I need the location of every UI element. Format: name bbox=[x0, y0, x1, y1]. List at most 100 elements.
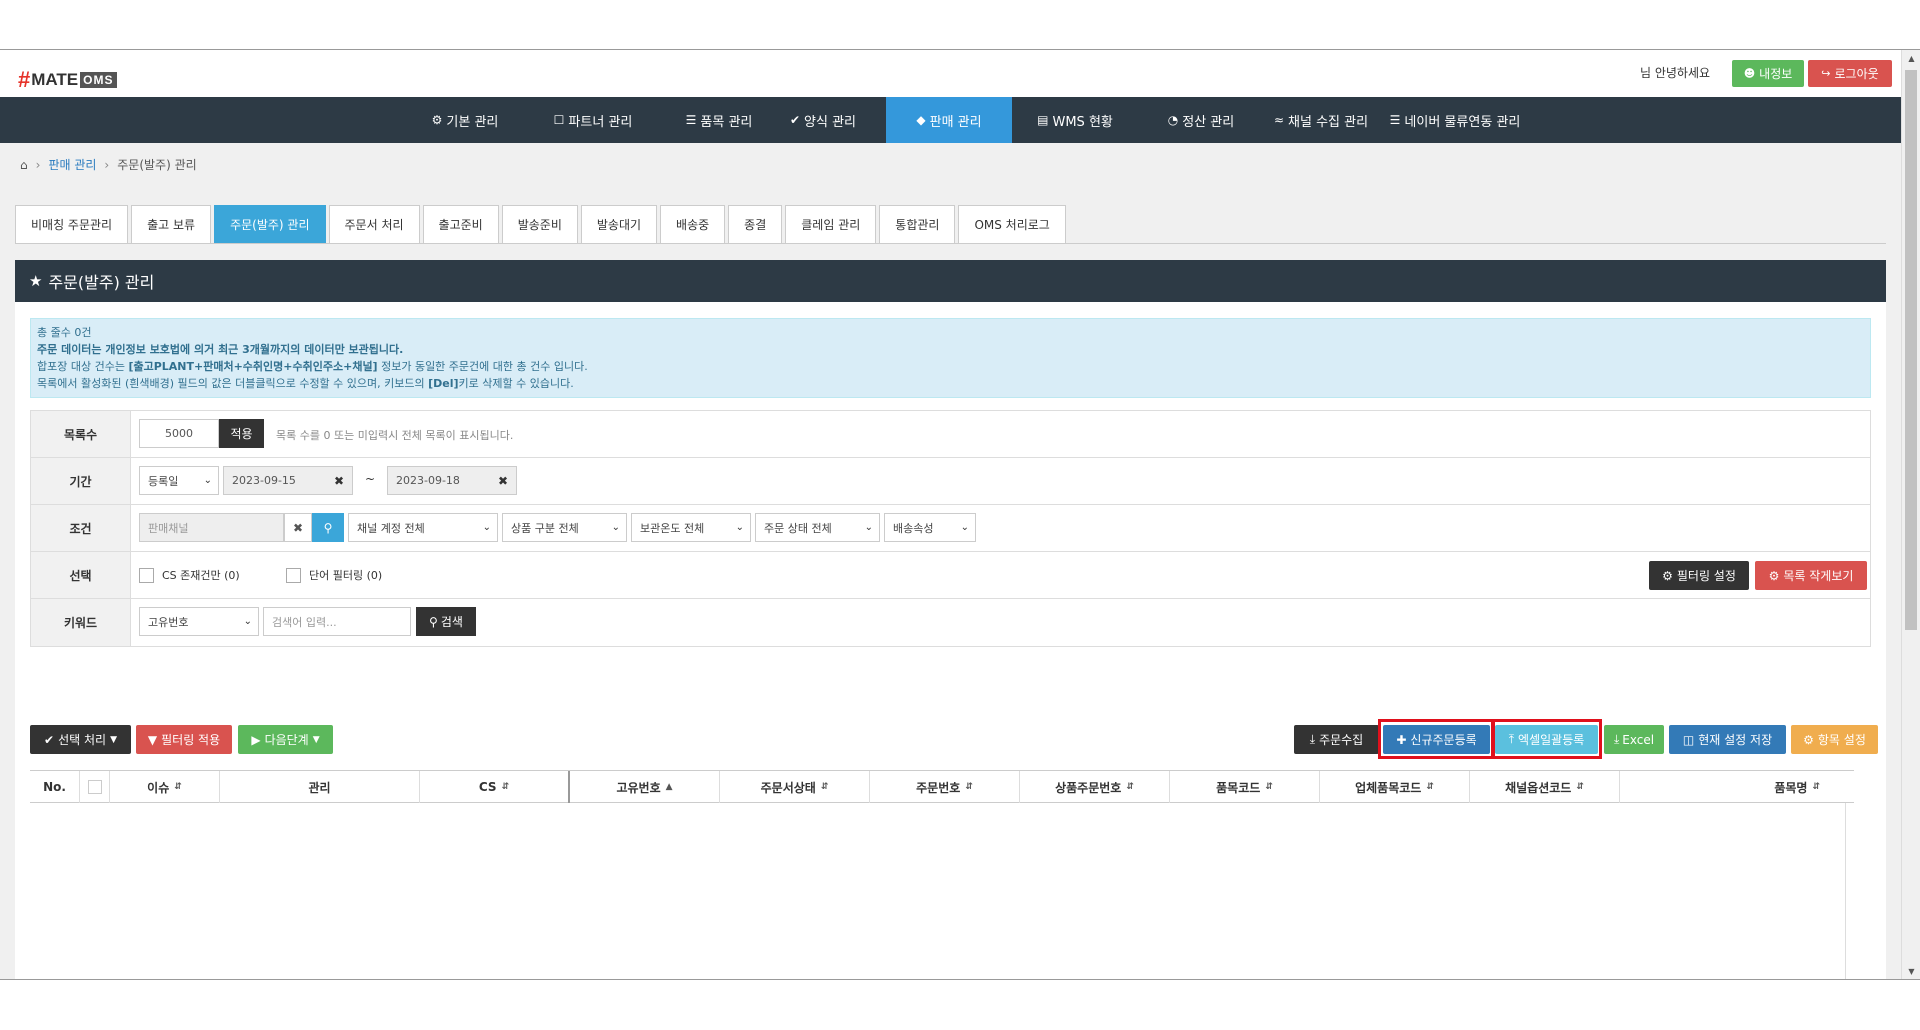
search-button[interactable]: ⚲ 검색 bbox=[416, 607, 476, 636]
button-label: 필터링 적용 bbox=[161, 733, 221, 747]
keyword-field-select[interactable]: 고유번호 ⌄ bbox=[139, 607, 259, 636]
column-setting-button[interactable]: ⚙ 항목 설정 bbox=[1791, 725, 1878, 754]
filter-setting-button[interactable]: ⚙ 필터링 설정 bbox=[1649, 561, 1749, 590]
logo[interactable]: # MATE OMS bbox=[18, 67, 117, 93]
date-to-input[interactable]: 2023-09-18 ✖ bbox=[387, 466, 517, 495]
product-type-select[interactable]: 상품 구분 전체 ⌄ bbox=[502, 513, 627, 542]
col-vendor-item-code[interactable]: 업체품목코드 ⇵ bbox=[1320, 771, 1470, 803]
tab-order-processing[interactable]: 주문서 처리 bbox=[328, 205, 420, 243]
grid-header: No. 이슈 ⇵ 관리 CS ⇵ 고유번호 ▲ 주문서상태 ⇵ 주문번호 ⇵ 상품주문번호… bbox=[30, 771, 1854, 803]
nav-item-channel[interactable]: ≈ 채널 수집 관리 bbox=[1264, 97, 1378, 143]
tab-claim[interactable]: 클레임 관리 bbox=[785, 205, 877, 243]
col-cs[interactable]: CS ⇵ bbox=[420, 771, 570, 803]
sort-icon: ⇵ bbox=[501, 782, 510, 792]
value-cell: CS 존재건만 (0) 단어 필터링 (0) ⚙ 필터링 설정 ⚙ 목록 작게보… bbox=[131, 552, 1870, 598]
select-process-button[interactable]: ✔ 선택 처리 ▼ bbox=[30, 725, 131, 754]
save-setting-button[interactable]: ◫ 현재 설정 저장 bbox=[1669, 725, 1786, 754]
col-select-all[interactable] bbox=[80, 771, 110, 803]
breadcrumb-parent[interactable]: 판매 관리 bbox=[48, 156, 96, 173]
col-channel-option-code[interactable]: 채널옵션코드 ⇵ bbox=[1470, 771, 1620, 803]
list-count-input[interactable]: 5000 bbox=[139, 419, 219, 448]
channel-search-button[interactable]: ⚲ bbox=[312, 513, 344, 542]
excel-download-button[interactable]: ⤓ Excel bbox=[1604, 725, 1664, 754]
clear-icon[interactable]: ✖ bbox=[498, 474, 508, 488]
home-icon[interactable]: ⌂ bbox=[20, 158, 28, 172]
notice-text: 목록에서 활성화된 (흰색배경) 필드의 값은 더블클릭으로 수정할 수 있으며… bbox=[37, 377, 429, 390]
nav-item-partner[interactable]: ☐ 파트너 관리 bbox=[530, 97, 656, 143]
page-scrollbar[interactable]: ▲ ▼ bbox=[1901, 50, 1920, 979]
col-item-code[interactable]: 품목코드 ⇵ bbox=[1170, 771, 1320, 803]
col-no[interactable]: No. bbox=[30, 771, 80, 803]
button-label: 선택 처리 bbox=[58, 733, 107, 747]
keyword-input[interactable]: 검색어 입력... bbox=[263, 607, 411, 636]
nav-item-sales[interactable]: ◆ 판매 관리 bbox=[886, 97, 1012, 143]
tab-ship-ready[interactable]: 발송준비 bbox=[501, 205, 578, 243]
row-select: 선택 CS 존재건만 (0) 단어 필터링 (0) ⚙ 필터링 설정 ⚙ 목록 … bbox=[31, 552, 1870, 599]
nav-item-naver[interactable]: ☰ 네이버 물류연동 관리 bbox=[1380, 97, 1530, 143]
button-label: 검색 bbox=[440, 615, 463, 629]
nav-item-settlement[interactable]: ◔ 정산 관리 bbox=[1138, 97, 1264, 143]
channel-clear-button[interactable]: ✖ bbox=[284, 513, 312, 542]
apply-button[interactable]: 적용 bbox=[219, 419, 264, 448]
tab-unmatched[interactable]: 비매칭 주문관리 bbox=[15, 205, 129, 243]
channel-input[interactable]: 판매채널 bbox=[139, 513, 284, 542]
notice-bold: [Del] bbox=[428, 377, 459, 390]
word-filter-checkbox[interactable]: 단어 필터링 (0) bbox=[286, 567, 382, 583]
col-product-order-no[interactable]: 상품주문번호 ⇵ bbox=[1020, 771, 1170, 803]
col-issue[interactable]: 이슈 ⇵ bbox=[110, 771, 220, 803]
scroll-thumb[interactable] bbox=[1905, 70, 1917, 630]
search-form: 목록수 5000 적용 목록 수를 0 또는 미입력시 전체 목록이 표시됩니다… bbox=[30, 410, 1871, 647]
chevron-down-icon: ⌄ bbox=[735, 522, 744, 533]
checkbox-box[interactable] bbox=[286, 567, 301, 583]
tab-hold[interactable]: 출고 보류 bbox=[131, 205, 212, 243]
checkbox-box[interactable] bbox=[139, 567, 154, 583]
storage-temp-select[interactable]: 보관온도 전체 ⌄ bbox=[631, 513, 751, 542]
next-step-button[interactable]: ▶ 다음단계 ▼ bbox=[238, 725, 333, 754]
top-bar: # MATE OMS 님 안녕하세요 ☻ 내정보 ↪ 로그아웃 bbox=[0, 50, 1901, 97]
tab-ship-waiting[interactable]: 발송대기 bbox=[580, 205, 658, 243]
col-label: 업체품목코드 bbox=[1355, 780, 1422, 795]
col-label: 이슈 bbox=[147, 780, 170, 795]
col-manage: 관리 bbox=[220, 771, 420, 803]
channel-account-select[interactable]: 채널 계정 전체 ⌄ bbox=[348, 513, 498, 542]
filter-apply-button[interactable]: ▼ 필터링 적용 bbox=[136, 725, 232, 754]
nav-item-basic[interactable]: ⚙ 기본 관리 bbox=[400, 97, 530, 143]
select-all-checkbox[interactable] bbox=[87, 780, 102, 794]
logout-button[interactable]: ↪ 로그아웃 bbox=[1808, 60, 1892, 87]
chevron-down-icon: ⌄ bbox=[960, 522, 969, 533]
date-type-select[interactable]: 등록일 ⌄ bbox=[139, 466, 219, 495]
tab-closed[interactable]: 종결 bbox=[728, 205, 783, 243]
label-list-count: 목록수 bbox=[31, 411, 131, 457]
scroll-up-icon[interactable]: ▲ bbox=[1902, 50, 1920, 68]
gear-icon: ⚙ bbox=[431, 113, 443, 127]
tab-oms-log[interactable]: OMS 처리로그 bbox=[958, 205, 1066, 243]
notice-retention: 주문 데이터는 개인정보 보호법에 의거 최근 3개월까지의 데이터만 보관됩니… bbox=[37, 343, 404, 356]
col-unique-no[interactable]: 고유번호 ▲ bbox=[570, 771, 720, 803]
delivery-attr-select[interactable]: 배송속성 ⌄ bbox=[884, 513, 976, 542]
scroll-down-icon[interactable]: ▼ bbox=[1902, 963, 1920, 979]
nav-item-form[interactable]: ✔ 양식 관리 bbox=[760, 97, 886, 143]
list-small-button[interactable]: ⚙ 목록 작게보기 bbox=[1755, 561, 1867, 590]
col-item-name[interactable]: 품목명 ⇵ bbox=[1620, 771, 1845, 803]
checkbox-label: 단어 필터링 (0) bbox=[309, 569, 383, 582]
logo-hash: # bbox=[18, 67, 31, 92]
notice-bold: [출고PLANT+판매처+수취인명+수취인주소+채널] bbox=[128, 360, 378, 373]
col-order-no[interactable]: 주문번호 ⇵ bbox=[870, 771, 1020, 803]
order-status-select[interactable]: 주문 상태 전체 ⌄ bbox=[755, 513, 880, 542]
my-info-button[interactable]: ☻ 내정보 bbox=[1732, 60, 1804, 87]
value-cell: 고유번호 ⌄ 검색어 입력... ⚲ 검색 bbox=[131, 599, 1870, 646]
tab-release-ready[interactable]: 출고준비 bbox=[422, 205, 499, 243]
order-panel: ★ 주문(발주) 관리 총 줄수 0건 주문 데이터는 개인정보 보호법에 의거… bbox=[15, 260, 1886, 979]
nav-label: 양식 관리 bbox=[804, 114, 857, 130]
cs-only-checkbox[interactable]: CS 존재건만 (0) bbox=[139, 567, 240, 583]
user-icon: ☻ bbox=[1743, 67, 1756, 80]
col-order-status[interactable]: 주문서상태 ⇵ bbox=[720, 771, 870, 803]
tab-shipping[interactable]: 배송중 bbox=[660, 205, 726, 243]
tab-integrated[interactable]: 통합관리 bbox=[879, 205, 956, 243]
nav-item-wms[interactable]: ▤ WMS 현황 bbox=[1012, 97, 1138, 143]
tab-order-management[interactable]: 주문(발주) 관리 bbox=[214, 205, 326, 243]
date-from-input[interactable]: 2023-09-15 ✖ bbox=[223, 466, 353, 495]
clear-icon[interactable]: ✖ bbox=[334, 474, 344, 488]
order-collect-button[interactable]: ⤓ 주문수집 bbox=[1294, 725, 1379, 754]
notice-text: 키로 삭제할 수 있습니다. bbox=[458, 377, 574, 390]
